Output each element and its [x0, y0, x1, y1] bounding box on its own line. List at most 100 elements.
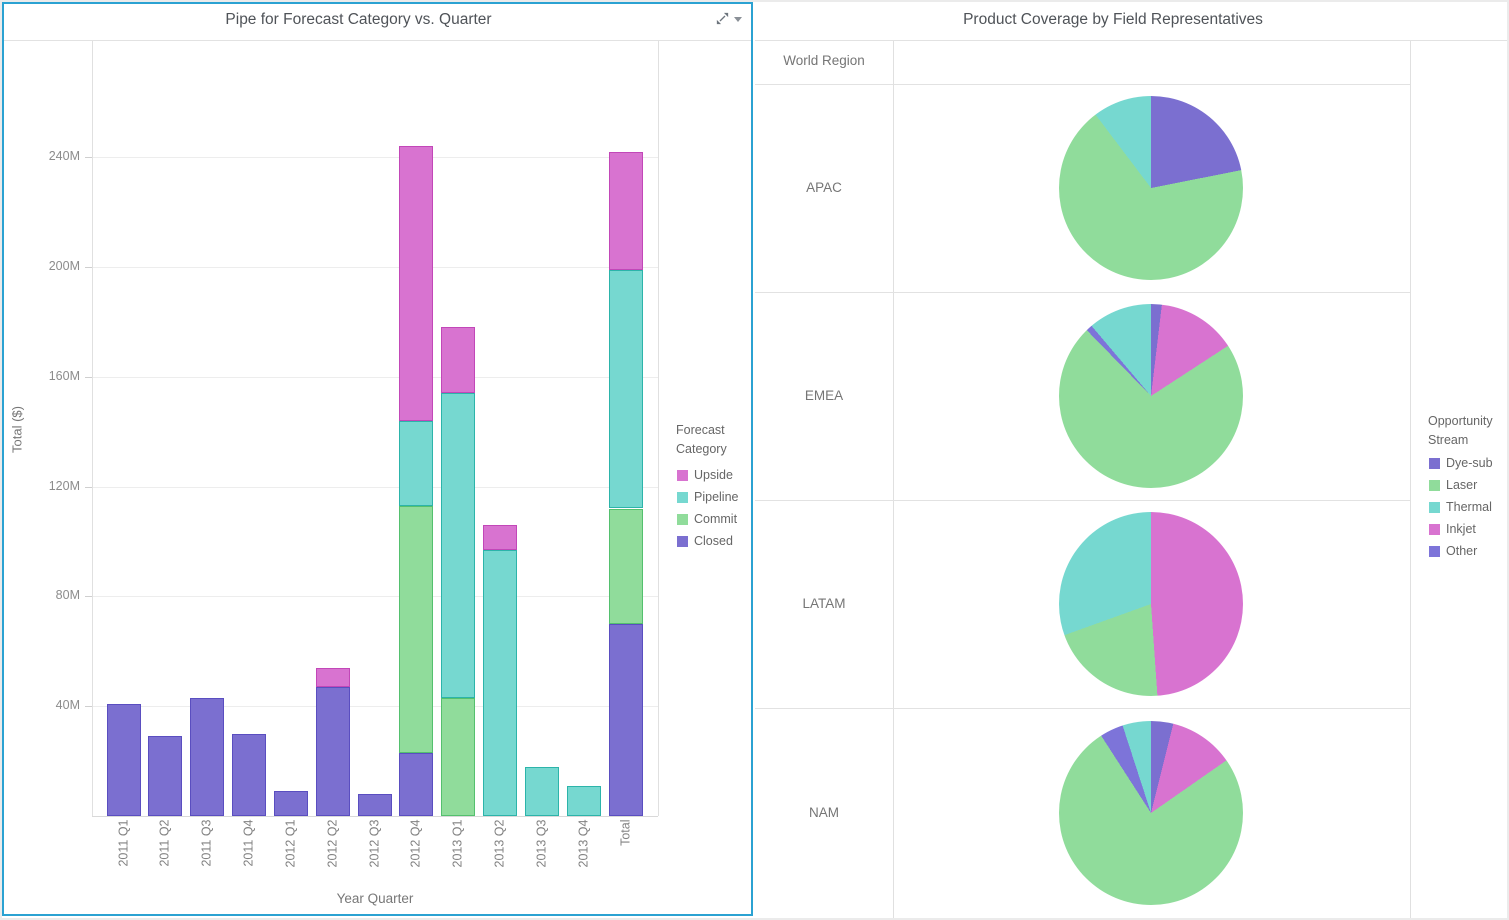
x-tick-label: 2013 Q2: [493, 820, 508, 892]
gridline-40M: [93, 706, 658, 707]
x-tick-label: 2011 Q2: [158, 820, 173, 892]
legend-item-label: Upside: [694, 468, 733, 482]
y-tick-mark: [85, 267, 92, 268]
y-tick-label: 160M: [22, 369, 80, 383]
bar-segment-closed-2011-Q1[interactable]: [107, 704, 141, 817]
forecast-legend-title: Forecast Category: [676, 421, 727, 459]
legend-item-label: Closed: [694, 534, 733, 548]
legend-item-label: Pipeline: [694, 490, 738, 504]
legend-item-label: Thermal: [1446, 500, 1492, 514]
bar-segment-closed-2012-Q2[interactable]: [316, 687, 350, 816]
region-label-latam: LATAM: [755, 596, 893, 611]
bar-segment-closed-2012-Q1[interactable]: [274, 791, 308, 816]
bar-segment-commit-Total[interactable]: [609, 509, 643, 624]
bar-segment-pipeline-Total[interactable]: [609, 270, 643, 509]
legend-item-thermal[interactable]: Thermal: [1429, 496, 1492, 518]
pie-chart-emea[interactable]: [1059, 304, 1243, 488]
x-tick-label: 2011 Q3: [200, 820, 215, 892]
legend-swatch-commit: [677, 514, 688, 525]
pie-chart-nam[interactable]: [1059, 721, 1243, 905]
gridline-160M: [93, 377, 658, 378]
y-tick-label: 80M: [22, 588, 80, 602]
bar-segment-closed-2011-Q4[interactable]: [232, 734, 266, 816]
x-tick-label: 2013 Q4: [576, 820, 591, 892]
legend-item-label: Dye-sub: [1446, 456, 1493, 470]
legend-item-commit[interactable]: Commit: [677, 508, 737, 530]
y-tick-mark: [85, 157, 92, 158]
row-separator: [755, 292, 1410, 293]
x-axis-line: [92, 816, 658, 817]
legend-item-label: Commit: [694, 512, 737, 526]
bar-segment-closed-2011-Q2[interactable]: [148, 736, 182, 816]
legend-item-laser[interactable]: Laser: [1429, 474, 1477, 496]
bar-segment-upside-Total[interactable]: [609, 152, 643, 270]
caret-down-icon[interactable]: [734, 17, 742, 22]
bar-segment-upside-2013-Q2[interactable]: [483, 525, 517, 550]
bar-segment-upside-2012-Q4[interactable]: [399, 146, 433, 421]
legend-item-label: Laser: [1446, 478, 1477, 492]
y-axis-title: Total ($): [10, 370, 25, 490]
x-tick-label: 2011 Q4: [242, 820, 257, 892]
legend-swatch-closed: [677, 536, 688, 547]
row-separator: [755, 708, 1410, 709]
legend-swatch-inkjet: [1429, 524, 1440, 535]
legend-swatch-upside: [677, 470, 688, 481]
right-title-separator: [755, 40, 1507, 41]
legend-item-inkjet[interactable]: Inkjet: [1429, 518, 1476, 540]
legend-swatch-laser: [1429, 480, 1440, 491]
bar-segment-closed-2012-Q4[interactable]: [399, 753, 433, 816]
legend-item-other[interactable]: Other: [1429, 540, 1477, 562]
region-column-separator: [893, 41, 894, 918]
bar-segment-closed-2012-Q3[interactable]: [358, 794, 392, 816]
bar-segment-pipeline-2013-Q4[interactable]: [567, 786, 601, 816]
bar-segment-pipeline-2013-Q3[interactable]: [525, 767, 559, 816]
region-label-emea: EMEA: [755, 388, 893, 403]
bar-segment-pipeline-2013-Q2[interactable]: [483, 550, 517, 816]
legend-item-label: Inkjet: [1446, 522, 1476, 536]
legend-item-closed[interactable]: Closed: [677, 530, 733, 552]
expand-arrows-icon[interactable]: [716, 12, 729, 25]
x-tick-label: 2012 Q4: [409, 820, 424, 892]
y-tick-mark: [85, 487, 92, 488]
plot-legend-separator: [658, 41, 659, 816]
x-tick-label: 2012 Q1: [283, 820, 298, 892]
bar-segment-upside-2012-Q2[interactable]: [316, 668, 350, 687]
legend-swatch-dye-sub: [1429, 458, 1440, 469]
bar-segment-commit-2013-Q1[interactable]: [441, 698, 475, 816]
region-label-nam: NAM: [755, 805, 893, 820]
bar-segment-upside-2013-Q1[interactable]: [441, 327, 475, 393]
legend-swatch-thermal: [1429, 502, 1440, 513]
legend-item-pipeline[interactable]: Pipeline: [677, 486, 738, 508]
legend-swatch-pipeline: [677, 492, 688, 503]
bar-chart-title: Pipe for Forecast Category vs. Quarter: [2, 11, 715, 29]
x-tick-label: 2013 Q1: [451, 820, 466, 892]
left-title-separator: [4, 40, 753, 41]
x-tick-label: Total: [618, 820, 633, 892]
x-tick-label: 2012 Q2: [325, 820, 340, 892]
region-label-apac: APAC: [755, 180, 893, 195]
gridline-200M: [93, 267, 658, 268]
bar-segment-commit-2012-Q4[interactable]: [399, 506, 433, 753]
bar-segment-closed-2011-Q3[interactable]: [190, 698, 224, 816]
legend-item-upside[interactable]: Upside: [677, 464, 733, 486]
pie-legend-separator: [1410, 41, 1411, 918]
y-tick-mark: [85, 377, 92, 378]
y-tick-mark: [85, 596, 92, 597]
row-separator: [755, 500, 1410, 501]
legend-item-label: Other: [1446, 544, 1477, 558]
x-tick-label: 2012 Q3: [367, 820, 382, 892]
gridline-240M: [93, 157, 658, 158]
header-row-separator: [755, 84, 1410, 85]
bar-segment-pipeline-2013-Q1[interactable]: [441, 393, 475, 698]
y-tick-label: 200M: [22, 259, 80, 273]
bar-segment-pipeline-2012-Q4[interactable]: [399, 421, 433, 506]
x-tick-label: 2011 Q1: [116, 820, 131, 892]
gridline-120M: [93, 487, 658, 488]
y-tick-label: 240M: [22, 149, 80, 163]
pie-chart-latam[interactable]: [1059, 512, 1243, 696]
pie-chart-apac[interactable]: [1059, 96, 1243, 280]
gridline-80M: [93, 596, 658, 597]
bar-segment-closed-Total[interactable]: [609, 624, 643, 816]
y-tick-label: 40M: [22, 698, 80, 712]
legend-item-dye-sub[interactable]: Dye-sub: [1429, 452, 1493, 474]
